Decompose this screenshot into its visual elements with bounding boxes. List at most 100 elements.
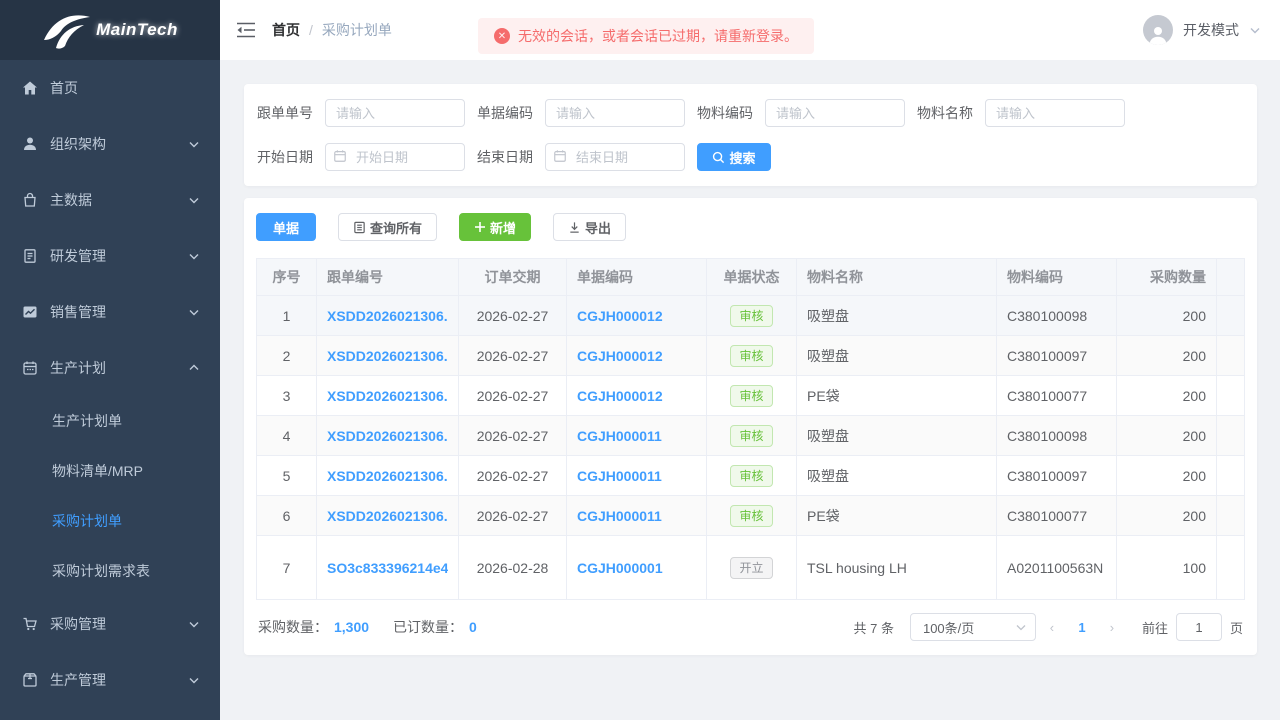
table-row: 6 XSDD2026021306.. 2026-02-27 CGJH000011 审核 P… <box>256 495 1245 536</box>
cell-material-code: C380100097 <box>996 335 1117 376</box>
next-page-button[interactable]: › <box>1096 620 1128 635</box>
order-no-link[interactable]: SO3c833396214e40 <box>327 560 448 576</box>
end-date-input[interactable] <box>545 143 685 171</box>
table-row: 1 XSDD2026021306.. 2026-02-27 CGJH000012 审核吸… <box>256 295 1245 336</box>
doc-no-link[interactable]: CGJH000012 <box>577 308 696 324</box>
chevron-down-icon <box>188 306 200 318</box>
cell-status: 审核 <box>706 415 797 456</box>
summary-qty-value: 1,300 <box>334 619 370 635</box>
sidebar-item-sales[interactable]: 销售管理 <box>0 284 220 340</box>
user-menu[interactable]: 开发模式 <box>1143 15 1261 45</box>
brand-name: MainTech <box>96 20 178 39</box>
cell-material-code: C380100077 <box>996 495 1117 536</box>
order-no-link[interactable]: XSDD2026021306.. <box>327 348 448 364</box>
export-button[interactable]: 导出 <box>553 213 627 241</box>
search-button-label: 搜索 <box>729 150 756 166</box>
plus-icon <box>474 221 486 233</box>
doc-no-link[interactable]: CGJH000011 <box>577 508 696 524</box>
sidebar-item-home[interactable]: 首页 <box>0 60 220 116</box>
material-name-input[interactable] <box>985 99 1125 127</box>
sidebar-item-label: 首页 <box>50 80 78 96</box>
cell-extra <box>1216 295 1245 336</box>
col-header-material-name: 物料名称 <box>796 258 997 296</box>
goto-page-input[interactable] <box>1175 613 1222 641</box>
breadcrumb-home[interactable]: 首页 <box>272 20 300 40</box>
field-label: 单据编码 <box>477 105 533 121</box>
doc-no-link[interactable]: CGJH000011 <box>577 468 696 484</box>
sidebar-item-master-data[interactable]: 主数据 <box>0 172 220 228</box>
sidebar-nav: 首页 组织架构 主数据 研发管理 销售管理 生产计划 生产计划单 物料清单/MR… <box>0 60 220 720</box>
cell-material-name: PE袋 <box>796 495 997 536</box>
chevron-down-icon <box>188 138 200 150</box>
calendar-icon <box>22 360 38 376</box>
sidebar-item-manufacturing[interactable]: 生产管理 <box>0 652 220 708</box>
breadcrumb-separator: / <box>309 22 313 38</box>
doc-code-input[interactable] <box>545 99 685 127</box>
query-all-label: 查询所有 <box>370 220 423 236</box>
filter-end-date: 结束日期 <box>477 143 685 171</box>
col-header-material-code: 物料编码 <box>996 258 1117 296</box>
chevron-down-icon <box>1249 24 1261 36</box>
sidebar-subitem-purchase-plan-demand[interactable]: 采购计划需求表 <box>0 546 220 596</box>
sidebar-collapse-icon[interactable] <box>236 20 256 40</box>
avatar-icon <box>1143 15 1173 45</box>
sidebar-item-purchasing[interactable]: 采购管理 <box>0 596 220 652</box>
export-label: 导出 <box>585 220 612 236</box>
doc-no-link[interactable]: CGJH000012 <box>577 388 696 404</box>
cell-material-name: 吸塑盘 <box>796 415 997 456</box>
status-badge: 审核 <box>730 464 773 487</box>
col-header-extra <box>1216 258 1245 296</box>
query-all-button[interactable]: 查询所有 <box>338 213 438 241</box>
order-no-link[interactable]: XSDD2026021306.. <box>327 428 448 444</box>
user-name: 开发模式 <box>1183 22 1239 38</box>
order-no-link[interactable]: XSDD2026021306.. <box>327 468 448 484</box>
search-button[interactable]: 搜索 <box>697 143 771 171</box>
sidebar-subitem-production-plan-order[interactable]: 生产计划单 <box>0 396 220 446</box>
tracking-no-input[interactable] <box>325 99 465 127</box>
cell-delivery-date: 2026-02-28 <box>458 535 567 600</box>
doc-no-link[interactable]: CGJH000011 <box>577 428 696 444</box>
filter-material-code: 物料编码 <box>697 99 905 127</box>
page-size-select[interactable]: 100条/页 <box>909 613 1036 641</box>
sidebar-subitem-purchase-plan-order[interactable]: 采购计划单 <box>0 496 220 546</box>
sidebar-subitem-bom-mrp[interactable]: 物料清单/MRP <box>0 446 220 496</box>
cell-seq: 5 <box>256 455 317 496</box>
cell-material-code: C380100098 <box>996 295 1117 336</box>
cell-material-name: TSL housing LH <box>796 535 997 600</box>
page-number-1[interactable]: 1 <box>1068 620 1096 635</box>
cell-delivery-date: 2026-02-27 <box>458 295 567 336</box>
sidebar-item-org[interactable]: 组织架构 <box>0 116 220 172</box>
sidebar-item-production-plan[interactable]: 生产计划 <box>0 340 220 396</box>
cell-doc-no: CGJH000011 <box>566 415 707 456</box>
cell-extra <box>1216 535 1245 600</box>
add-button[interactable]: 新增 <box>459 213 532 241</box>
doc-no-link[interactable]: CGJH000001 <box>577 560 696 576</box>
cell-qty: 200 <box>1116 335 1217 376</box>
purchase-plan-table: 序号 跟单编号 订单交期 单据编码 单据状态 物料名称 物料编码 采购数量 1X… <box>256 258 1245 600</box>
cell-qty: 200 <box>1116 495 1217 536</box>
status-badge: 审核 <box>730 504 773 527</box>
start-date-input[interactable] <box>325 143 465 171</box>
order-no-link[interactable]: XSDD2026021306.. <box>327 388 448 404</box>
cell-seq: 1 <box>256 295 317 336</box>
table-row: 7 SO3c833396214e40 2026-02-28 CGJH000001 开立 T… <box>256 535 1245 600</box>
prev-page-button[interactable]: ‹ <box>1036 620 1068 635</box>
main-area: 首页 / 采购计划单 ✕ 无效的会话，或者会话已过期，请重新登录。 开发模式 跟… <box>220 0 1280 720</box>
table-footer: 采购数量： 1,300 已订数量： 0 共 7 条 100条/页 ‹ 1 › 前… <box>256 613 1245 641</box>
order-no-link[interactable]: XSDD2026021306.. <box>327 508 448 524</box>
material-code-input[interactable] <box>765 99 905 127</box>
cell-status: 审核 <box>706 455 797 496</box>
order-no-link[interactable]: XSDD2026021306.. <box>327 308 448 324</box>
chevron-down-icon <box>188 674 200 686</box>
filter-panel: 跟单单号 单据编码 物料编码 物料名称 <box>244 84 1257 186</box>
cell-qty: 200 <box>1116 455 1217 496</box>
cell-seq: 3 <box>256 375 317 416</box>
table-body: 1 XSDD2026021306.. 2026-02-27 CGJH000012 审核吸… <box>256 295 1245 600</box>
sidebar-item-label: 采购管理 <box>50 616 106 632</box>
document-mode-button[interactable]: 单据 <box>256 213 316 241</box>
col-header-seq: 序号 <box>256 258 317 296</box>
sidebar-item-rd[interactable]: 研发管理 <box>0 228 220 284</box>
cell-delivery-date: 2026-02-27 <box>458 455 567 496</box>
sidebar-item-label: 主数据 <box>50 192 92 208</box>
doc-no-link[interactable]: CGJH000012 <box>577 348 696 364</box>
